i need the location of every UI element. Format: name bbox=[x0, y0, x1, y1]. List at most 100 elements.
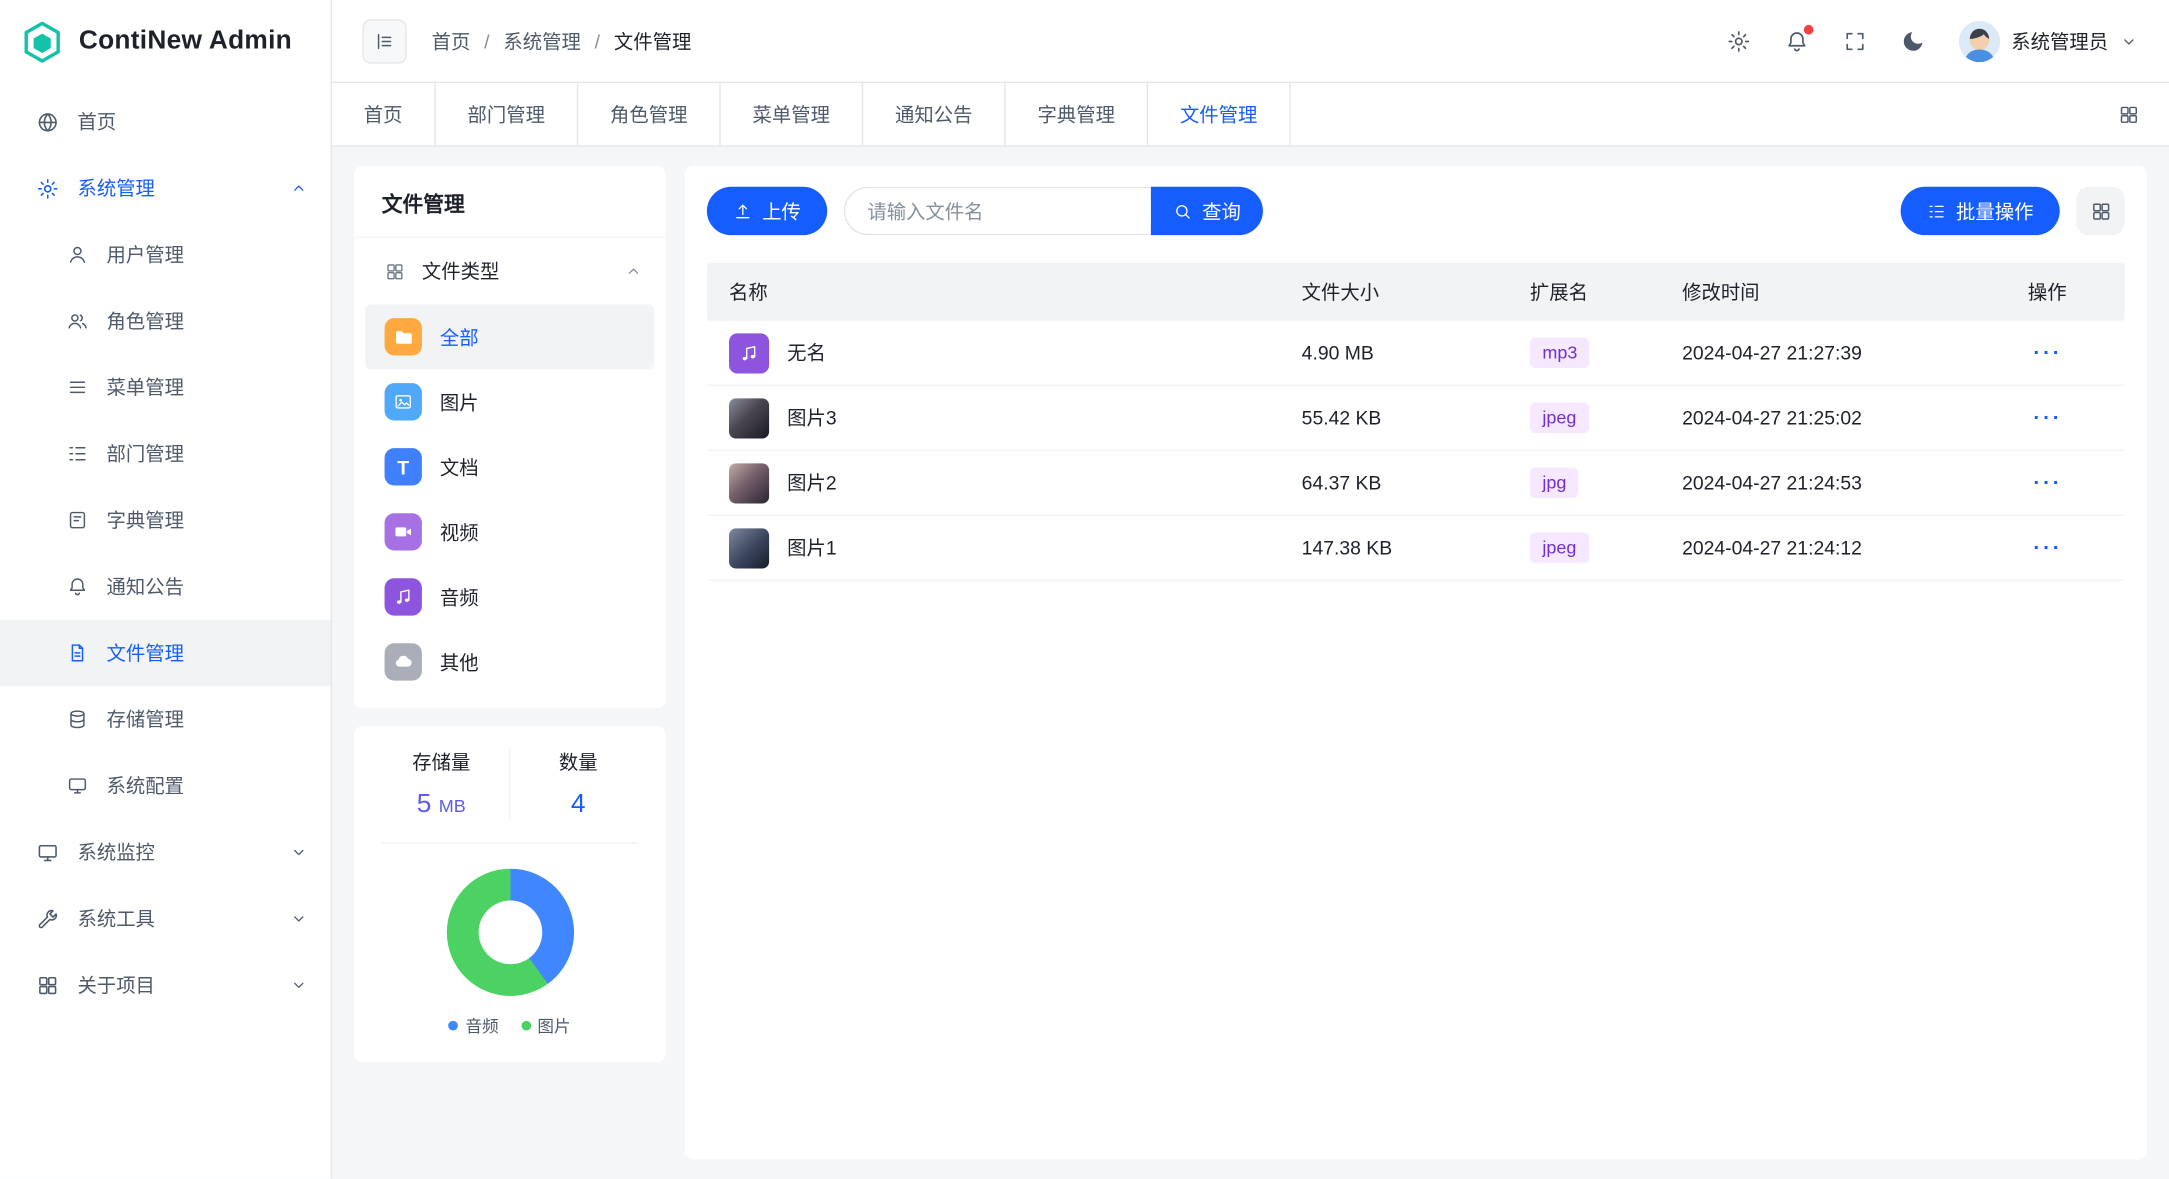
file-type-audio[interactable]: 音频 bbox=[365, 564, 654, 629]
sidebar-item-label: 文件管理 bbox=[107, 639, 309, 667]
sidebar-item-user-mgmt[interactable]: 用户管理 bbox=[0, 221, 331, 287]
sidebar-item-dict-mgmt[interactable]: 字典管理 bbox=[0, 487, 331, 553]
header-name: 名称 bbox=[707, 278, 1302, 306]
sidebar-item-dept-mgmt[interactable]: 部门管理 bbox=[0, 421, 331, 487]
search-button[interactable]: 查询 bbox=[1151, 187, 1263, 235]
sidebar-item-label: 系统管理 bbox=[77, 174, 271, 202]
page-content: 文件管理 文件类型 全部 图片 bbox=[332, 147, 2169, 1179]
users-icon bbox=[66, 310, 88, 332]
chevron-up-icon bbox=[624, 261, 643, 280]
app-logo[interactable]: ContiNew Admin bbox=[0, 0, 331, 83]
upload-button[interactable]: 上传 bbox=[707, 187, 827, 235]
sidebar-item-home[interactable]: 首页 bbox=[0, 89, 331, 155]
tab-role-mgmt[interactable]: 角色管理 bbox=[578, 83, 720, 145]
avatar-image bbox=[1959, 20, 2000, 61]
fullscreen-button[interactable] bbox=[1843, 28, 1868, 53]
search-icon bbox=[1173, 201, 1192, 220]
sidebar-item-notice[interactable]: 通知公告 bbox=[0, 553, 331, 619]
breadcrumb-system-mgmt[interactable]: 系统管理 bbox=[503, 27, 580, 55]
sidebar-item-label: 存储管理 bbox=[107, 705, 309, 733]
chevron-up-icon bbox=[289, 178, 308, 197]
file-type-video[interactable]: 视频 bbox=[365, 499, 654, 564]
search-input[interactable] bbox=[844, 187, 1151, 235]
list-icon bbox=[1927, 201, 1946, 220]
file-type-label: 音频 bbox=[440, 583, 479, 611]
grid-view-toggle[interactable] bbox=[2076, 187, 2124, 235]
sidebar-item-role-mgmt[interactable]: 角色管理 bbox=[0, 288, 331, 354]
sidebar-item-system-mgmt[interactable]: 系统管理 bbox=[0, 155, 331, 221]
page-tabs: 首页 部门管理 角色管理 菜单管理 通知公告 字典管理 文件管理 bbox=[332, 83, 2169, 147]
file-type-label: 全部 bbox=[440, 323, 479, 351]
video-icon bbox=[385, 513, 422, 550]
tab-notice[interactable]: 通知公告 bbox=[863, 83, 1005, 145]
music-file-icon bbox=[729, 333, 769, 373]
file-type-other[interactable]: 其他 bbox=[365, 629, 654, 694]
table-row[interactable]: 图片3 55.42 KB jpeg 2024-04-27 21:25:02 ··… bbox=[707, 386, 2125, 451]
menu-fold-icon bbox=[373, 30, 395, 52]
sidebar-item-system-tools[interactable]: 系统工具 bbox=[0, 885, 331, 951]
file-type-all[interactable]: 全部 bbox=[365, 304, 654, 369]
user-menu[interactable]: 系统管理员 bbox=[1959, 20, 2139, 61]
monitor-icon bbox=[66, 775, 88, 797]
notification-badge bbox=[1804, 24, 1814, 34]
grid-icon bbox=[36, 973, 60, 997]
settings-button[interactable] bbox=[1726, 28, 1751, 53]
tab-dept-mgmt[interactable]: 部门管理 bbox=[436, 83, 578, 145]
breadcrumb-home[interactable]: 首页 bbox=[432, 27, 471, 55]
file-type-panel: 文件管理 文件类型 全部 图片 bbox=[354, 166, 665, 708]
book-icon bbox=[66, 509, 88, 531]
dark-mode-toggle[interactable] bbox=[1901, 28, 1926, 53]
storage-label: 存储量 bbox=[373, 748, 509, 776]
breadcrumb: 首页 / 系统管理 / 文件管理 bbox=[432, 27, 692, 55]
tab-dict-mgmt[interactable]: 字典管理 bbox=[1006, 83, 1148, 145]
sidebar-item-system-config[interactable]: 系统配置 bbox=[0, 753, 331, 819]
sidebar-item-about[interactable]: 关于项目 bbox=[0, 952, 331, 1018]
tab-file-mgmt[interactable]: 文件管理 bbox=[1148, 83, 1290, 145]
file-type-doc[interactable]: 文档 bbox=[365, 434, 654, 499]
file-table: 名称 文件大小 扩展名 修改时间 操作 无名 4.90 MB mp3 202 bbox=[707, 263, 2125, 581]
legend-image: 图片 bbox=[521, 1014, 571, 1038]
file-name: 图片2 bbox=[787, 469, 837, 497]
tab-home[interactable]: 首页 bbox=[332, 83, 436, 145]
sidebar-item-label: 用户管理 bbox=[107, 241, 309, 269]
database-icon bbox=[66, 708, 88, 730]
file-modified: 2024-04-27 21:25:02 bbox=[1682, 407, 2028, 429]
panel-title: 文件管理 bbox=[354, 166, 665, 238]
header-modified: 修改时间 bbox=[1682, 278, 2028, 306]
row-more-button[interactable]: ··· bbox=[2028, 341, 2063, 365]
table-row[interactable]: 图片1 147.38 KB jpeg 2024-04-27 21:24:12 ·… bbox=[707, 516, 2125, 581]
file-type-image[interactable]: 图片 bbox=[365, 369, 654, 434]
sidebar-item-system-monitor[interactable]: 系统监控 bbox=[0, 819, 331, 885]
sidebar-item-label: 关于项目 bbox=[77, 971, 271, 999]
table-row[interactable]: 无名 4.90 MB mp3 2024-04-27 21:27:39 ··· bbox=[707, 321, 2125, 386]
file-name: 图片3 bbox=[787, 404, 837, 432]
row-more-button[interactable]: ··· bbox=[2028, 471, 2063, 495]
sidebar-item-file-mgmt[interactable]: 文件管理 bbox=[0, 620, 331, 686]
sidebar-collapse-button[interactable] bbox=[362, 19, 406, 63]
sidebar-item-storage-mgmt[interactable]: 存储管理 bbox=[0, 686, 331, 752]
header-size: 文件大小 bbox=[1302, 278, 1530, 306]
file-size: 4.90 MB bbox=[1302, 342, 1530, 364]
file-type-group-toggle[interactable]: 文件类型 bbox=[354, 238, 665, 304]
row-more-button[interactable]: ··· bbox=[2028, 536, 2063, 560]
chart-legend: 音频 图片 bbox=[373, 1014, 646, 1038]
sidebar-item-label: 首页 bbox=[77, 108, 308, 136]
image-thumbnail bbox=[729, 463, 769, 503]
storage-stats-panel: 存储量 5 MB 数量 4 bbox=[354, 726, 665, 1062]
donut-hole bbox=[478, 901, 542, 965]
tab-actions-button[interactable] bbox=[2105, 91, 2152, 138]
sidebar-item-label: 角色管理 bbox=[107, 307, 309, 335]
file-size: 55.42 KB bbox=[1302, 407, 1530, 429]
row-more-button[interactable]: ··· bbox=[2028, 406, 2063, 430]
notifications-button[interactable] bbox=[1784, 28, 1809, 53]
batch-actions-button[interactable]: 批量操作 bbox=[1901, 187, 2060, 235]
breadcrumb-separator: / bbox=[484, 30, 489, 52]
table-row[interactable]: 图片2 64.37 KB jpg 2024-04-27 21:24:53 ··· bbox=[707, 451, 2125, 516]
left-panel: 文件管理 文件类型 全部 图片 bbox=[354, 166, 665, 1062]
sidebar-item-menu-mgmt[interactable]: 菜单管理 bbox=[0, 354, 331, 420]
tab-menu-mgmt[interactable]: 菜单管理 bbox=[721, 83, 863, 145]
header-ext: 扩展名 bbox=[1530, 278, 1682, 306]
count-label: 数量 bbox=[510, 748, 646, 776]
file-type-label: 其他 bbox=[440, 648, 479, 676]
storage-donut-chart bbox=[446, 869, 573, 996]
